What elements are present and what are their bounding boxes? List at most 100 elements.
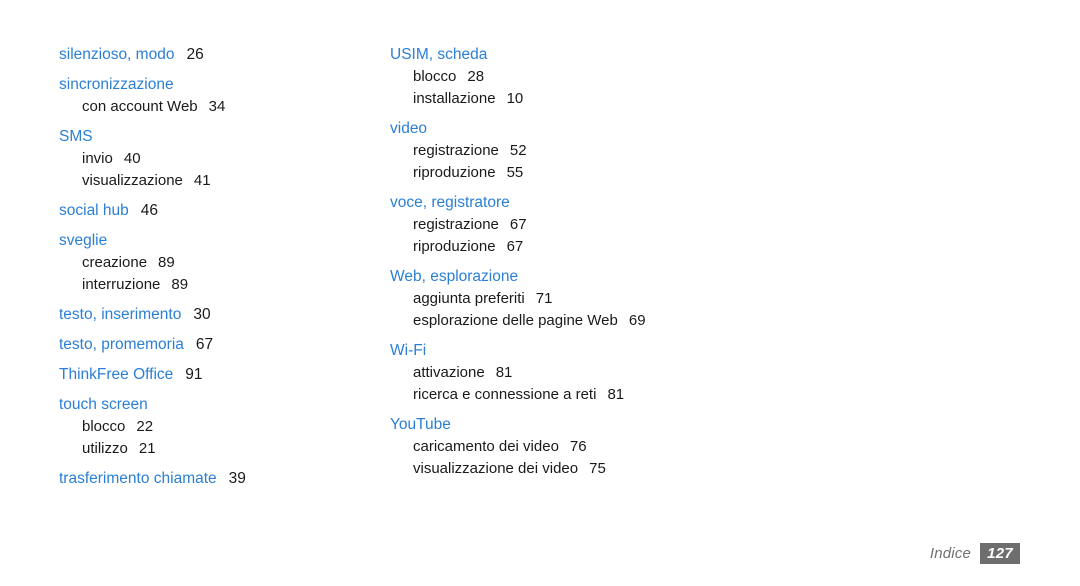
index-subentry-list: invio 40 visualizzazione 41: [59, 148, 379, 192]
index-page: silenzioso, modo 26 sincronizzazione con ac…: [0, 0, 1080, 586]
index-subentry-page: 55: [506, 164, 524, 181]
index-subentry[interactable]: caricamento dei video 76: [413, 436, 790, 458]
index-subentry-page: 67: [506, 238, 524, 255]
index-heading[interactable]: testo, inserimento 30: [59, 304, 379, 326]
index-group: voce, registratore registrazione 67 riprodu…: [390, 192, 790, 258]
index-heading-page: 67: [195, 336, 214, 353]
index-subentry[interactable]: installazione 10: [413, 88, 790, 110]
index-group: SMS invio 40 visualizzazione 41: [59, 126, 379, 192]
index-subentry[interactable]: esplorazione delle pagine Web 69: [413, 310, 790, 332]
index-heading-page: 91: [185, 366, 203, 383]
index-group: Web, esplorazione aggiunta preferiti 71 esp…: [390, 266, 790, 332]
index-subentry-term: registrazione: [413, 216, 499, 233]
index-subentry[interactable]: blocco 28: [413, 66, 790, 88]
index-subentry[interactable]: riproduzione 67: [413, 236, 790, 258]
index-group: YouTube caricamento dei video 76 visualizza…: [390, 414, 790, 480]
index-heading-page: 46: [140, 202, 159, 219]
index-subentry-page: 81: [495, 364, 513, 381]
index-subentry[interactable]: ricerca e connessione a reti 81: [413, 384, 790, 406]
index-subentry-term: blocco: [413, 68, 457, 85]
index-subentry-page: 22: [136, 418, 154, 435]
index-subentry[interactable]: con account Web 34: [82, 96, 379, 118]
index-heading[interactable]: YouTube: [390, 414, 790, 436]
index-subentry-page: 67: [509, 216, 527, 233]
index-heading[interactable]: USIM, scheda: [390, 44, 790, 66]
index-heading[interactable]: Web, esplorazione: [390, 266, 790, 288]
index-subentry-term: blocco: [82, 418, 126, 435]
page-footer: Indice 127: [930, 542, 1020, 564]
index-subentry[interactable]: registrazione 67: [413, 214, 790, 236]
index-heading[interactable]: social hub 46: [59, 200, 379, 222]
index-subentry-term: ricerca e connessione a reti: [413, 386, 597, 403]
index-subentry-term: aggiunta preferiti: [413, 290, 525, 307]
index-subentry-page: 71: [535, 290, 553, 307]
index-heading[interactable]: touch screen: [59, 394, 379, 416]
index-heading-term: social hub: [59, 202, 129, 219]
index-columns: silenzioso, modo 26 sincronizzazione con ac…: [0, 0, 1080, 520]
index-subentry-page: 41: [193, 172, 211, 189]
index-subentry-term: creazione: [82, 254, 148, 271]
index-subentry-list: blocco 28 installazione 10: [390, 66, 790, 110]
index-subentry[interactable]: riproduzione 55: [413, 162, 790, 184]
index-subentry[interactable]: aggiunta preferiti 71: [413, 288, 790, 310]
index-subentry[interactable]: visualizzazione 41: [82, 170, 379, 192]
index-heading[interactable]: SMS: [59, 126, 379, 148]
index-heading[interactable]: silenzioso, modo 26: [59, 44, 379, 66]
index-heading-term: testo, inserimento: [59, 306, 182, 323]
index-subentry-list: blocco 22 utilizzo 21: [59, 416, 379, 460]
index-heading[interactable]: sincronizzazione: [59, 74, 379, 96]
index-heading-term: trasferimento chiamate: [59, 470, 217, 487]
index-subentry-term: riproduzione: [413, 164, 496, 181]
index-column-left: silenzioso, modo 26 sincronizzazione con ac…: [59, 44, 379, 498]
index-subentry-term: riproduzione: [413, 238, 496, 255]
index-heading-page: 26: [186, 46, 204, 63]
index-subentry[interactable]: blocco 22: [82, 416, 379, 438]
index-subentry[interactable]: utilizzo 21: [82, 438, 379, 460]
index-heading[interactable]: trasferimento chiamate 39: [59, 468, 379, 490]
index-heading-term: video: [390, 120, 428, 137]
index-subentry-term: installazione: [413, 90, 496, 107]
index-heading[interactable]: voce, registratore: [390, 192, 790, 214]
index-subentry-page: 21: [138, 440, 156, 457]
index-heading[interactable]: ThinkFree Office 91: [59, 364, 379, 386]
index-subentry-page: 76: [569, 438, 587, 455]
index-subentry-page: 10: [506, 90, 524, 107]
index-subentry-page: 89: [158, 254, 175, 271]
index-subentry-page: 52: [509, 142, 527, 159]
index-subentry-page: 81: [607, 386, 625, 403]
index-subentry-page: 89: [171, 276, 189, 293]
index-heading-term: Wi-Fi: [390, 342, 427, 359]
index-heading-term: touch screen: [59, 396, 148, 413]
index-heading-term: YouTube: [390, 416, 451, 433]
index-heading[interactable]: Wi-Fi: [390, 340, 790, 362]
index-group: testo, promemoria 67: [59, 334, 379, 356]
footer-section-label: Indice: [929, 544, 972, 562]
index-group: touch screen blocco 22 utilizzo 21: [59, 394, 379, 460]
index-subentry[interactable]: visualizzazione dei video 75: [413, 458, 790, 480]
index-subentry-list: caricamento dei video 76 visualizzazione d…: [390, 436, 790, 480]
index-heading-term: testo, promemoria: [59, 336, 184, 353]
index-heading-term: voce, registratore: [390, 194, 510, 211]
index-subentry-term: visualizzazione dei video: [413, 460, 579, 477]
index-subentry-page: 28: [467, 68, 485, 85]
index-heading[interactable]: sveglie: [59, 230, 379, 252]
index-subentry-list: aggiunta preferiti 71 esplorazione delle p…: [390, 288, 790, 332]
index-subentry[interactable]: interruzione 89: [82, 274, 379, 296]
index-group: video registrazione 52 riproduzione 55: [390, 118, 790, 184]
index-subentry-list: attivazione 81 ricerca e connessione a ret…: [390, 362, 790, 406]
index-subentry[interactable]: invio 40: [82, 148, 379, 170]
index-heading[interactable]: testo, promemoria 67: [59, 334, 379, 356]
index-subentry[interactable]: attivazione 81: [413, 362, 790, 384]
index-column-right: USIM, scheda blocco 28 installazione 10 video…: [390, 44, 790, 488]
footer-page-number: 127: [980, 542, 1020, 564]
index-subentry-term: esplorazione delle pagine Web: [413, 312, 618, 329]
index-subentry-list: registrazione 52 riproduzione 55: [390, 140, 790, 184]
index-subentry-page: 34: [208, 98, 226, 115]
index-heading[interactable]: video: [390, 118, 790, 140]
index-subentry[interactable]: registrazione 52: [413, 140, 790, 162]
index-group: USIM, scheda blocco 28 installazione 10: [390, 44, 790, 110]
index-subentry-page: 69: [628, 312, 646, 329]
index-subentry[interactable]: creazione 89: [82, 252, 379, 274]
index-heading-page: 30: [193, 306, 211, 323]
index-heading-term: USIM, scheda: [390, 46, 488, 63]
